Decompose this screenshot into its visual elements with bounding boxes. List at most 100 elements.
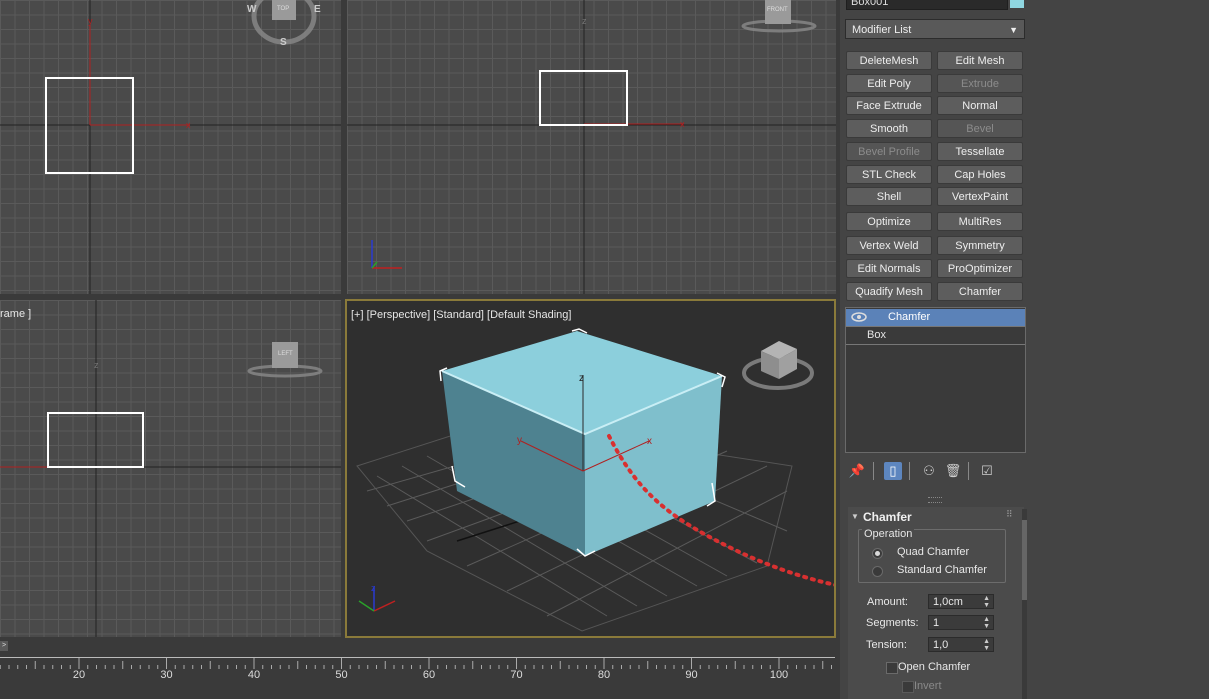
modifier-button-multires[interactable]: MultiRes [937,212,1023,231]
modifier-button-shell[interactable]: Shell [846,187,932,206]
spinner-arrows-icon[interactable]: ▲ ▼ [983,638,990,652]
viewport-front[interactable]: x z FRONT [347,0,836,294]
stack-item-label: Chamfer [888,311,931,323]
segments-label: Segments: [866,617,919,629]
timeline-ruler[interactable]: 20 30 40 50 60 70 80 90 100 > [0,641,840,699]
remove-modifier-icon[interactable]: 🗑 [944,462,962,480]
modifier-button-extrude[interactable]: Extrude [937,74,1023,93]
configure-sets-icon[interactable]: ☑ [978,462,996,480]
object-color-swatch[interactable] [1010,0,1024,8]
spinner-arrows-icon[interactable]: ▲ ▼ [983,595,990,609]
viewport-left-label[interactable]: rame ] [0,308,31,320]
modifier-button-tessellate[interactable]: Tessellate [937,142,1023,161]
chevron-down-icon: ▼ [1009,25,1018,35]
modifier-list-label: Modifier List [852,24,912,36]
tick-label: 40 [247,669,261,681]
timeline-expand-button[interactable]: > [0,641,8,651]
compass-e: E [314,4,321,15]
modifier-button-edit-mesh[interactable]: Edit Mesh [937,51,1023,70]
ruler-ticks [0,657,835,669]
stack-item-chamfer[interactable]: Chamfer [846,309,1025,326]
modifier-button-cap-holes[interactable]: Cap Holes [937,165,1023,184]
compass-w: W [247,4,257,15]
tension-spinner[interactable]: 1,0 ▲ ▼ [928,637,994,652]
svg-text:z: z [579,373,584,384]
standard-chamfer-label[interactable]: Standard Chamfer [897,564,987,576]
tick-label: 20 [72,669,86,681]
modifier-button-optimize[interactable]: Optimize [846,212,932,231]
tension-label: Tension: [866,639,907,651]
tick-label: 30 [160,669,173,681]
rollout-drag-handle[interactable] [928,497,942,503]
open-chamfer-label[interactable]: Open Chamfer [898,661,970,673]
modifier-button-smooth[interactable]: Smooth [846,119,932,138]
stack-item-box[interactable]: Box [846,327,1025,344]
viewcube-left[interactable]: LEFT [245,340,325,380]
stack-item-label: Box [867,329,886,341]
command-panel: Box001 Modifier List ▼ DeleteMesh Edit Me… [840,0,1209,699]
amount-spinner[interactable]: 1,0cm ▲ ▼ [928,594,994,609]
svg-text:x: x [680,119,685,129]
svg-text:x: x [186,120,191,130]
viewport-top[interactable]: x y TOP W E S [0,0,341,294]
modifier-button-normal[interactable]: Normal [937,96,1023,115]
svg-text:y: y [88,16,93,26]
tension-value[interactable]: 1,0 [933,639,948,651]
viewcube-left-label: LEFT [278,351,293,357]
viewcube-top[interactable]: TOP W E S [247,0,321,50]
viewcube-front[interactable]: FRONT [739,0,819,36]
quad-chamfer-radio[interactable] [872,548,883,559]
svg-text:x: x [647,436,652,447]
panel-scrollbar-thumb[interactable] [1022,520,1027,600]
invert-checkbox[interactable] [902,681,914,693]
svg-text:z: z [371,583,376,593]
tick-label: 100 [769,669,789,681]
make-unique-icon[interactable]: ⚇ [920,462,938,480]
viewcube-top-label: TOP [277,6,290,12]
object-name-field[interactable]: Box001 [846,0,1008,10]
viewport-perspective-label[interactable]: [+] [Perspective] [Standard] [Default Sh… [351,309,571,321]
invert-label[interactable]: Invert [914,680,942,692]
tick-label: 80 [597,669,611,681]
tick-label: 60 [422,669,436,681]
modifier-button-bevel-profile[interactable]: Bevel Profile [846,142,932,161]
tick-label: 50 [335,669,348,681]
operation-group-title: Operation [862,528,915,540]
modifier-button-symmetry[interactable]: Symmetry [937,236,1023,255]
modifier-button-stl-check[interactable]: STL Check [846,165,932,184]
svg-text:z: z [582,16,587,26]
modifier-button-deletemesh[interactable]: DeleteMesh [846,51,932,70]
modifier-button-edit-poly[interactable]: Edit Poly [846,74,932,93]
viewport-perspective[interactable]: z x y z [+] [Perspective] [Standard] [De… [345,299,836,638]
modifier-stack[interactable]: Chamfer Box [845,307,1026,453]
modifier-list-dropdown[interactable]: Modifier List ▼ [845,19,1025,39]
spinner-arrows-icon[interactable]: ▲ ▼ [983,616,990,630]
modifier-button-bevel[interactable]: Bevel [937,119,1023,138]
amount-value[interactable]: 1,0cm [933,596,963,608]
viewcube-perspective[interactable] [741,329,821,399]
show-end-result-icon[interactable]: ▯ [884,462,902,480]
eye-icon[interactable] [850,310,868,324]
modifier-button-chamfer[interactable]: Chamfer [937,282,1023,301]
pin-stack-icon[interactable]: 📌 [848,462,866,480]
segments-spinner[interactable]: 1 ▲ ▼ [928,615,994,630]
modifier-button-vertexpaint[interactable]: VertexPaint [937,187,1023,206]
segments-value[interactable]: 1 [933,617,939,629]
quad-chamfer-label[interactable]: Quad Chamfer [897,546,969,558]
chamfer-rollout: ▼ Chamfer ⠿ Operation Quad Chamfer Stand… [848,507,1024,699]
svg-text:z: z [94,360,99,370]
open-chamfer-checkbox[interactable] [886,662,898,674]
viewcube-front-label: FRONT [767,7,788,13]
modifier-button-quadify-mesh[interactable]: Quadify Mesh [846,282,932,301]
modifier-button-face-extrude[interactable]: Face Extrude [846,96,932,115]
rollout-title[interactable]: Chamfer [863,510,912,524]
modifier-button-prooptimizer[interactable]: ProOptimizer [937,259,1023,278]
tick-label: 70 [510,669,523,681]
viewport-left[interactable]: z rame ] LEFT [0,300,341,637]
modifier-button-vertex-weld[interactable]: Vertex Weld [846,236,932,255]
compass-s: S [280,37,287,48]
collapse-triangle-icon[interactable]: ▼ [851,512,859,521]
standard-chamfer-radio[interactable] [872,566,883,577]
modifier-button-edit-normals[interactable]: Edit Normals [846,259,932,278]
tick-label: 90 [685,669,698,681]
